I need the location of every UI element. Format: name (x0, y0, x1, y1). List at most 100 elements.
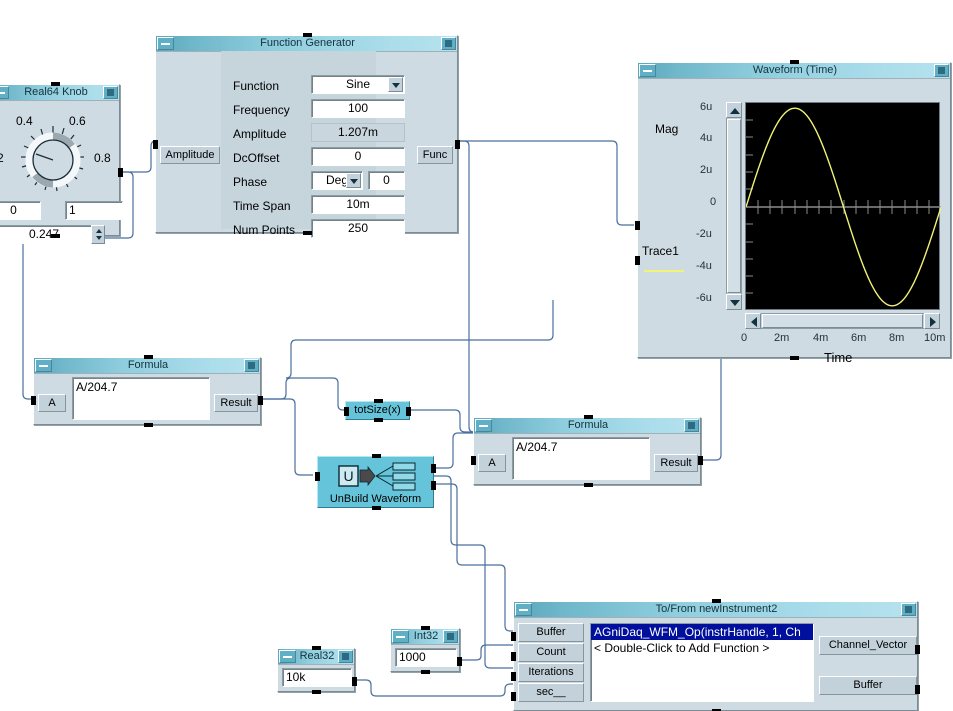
terminal-a[interactable]: A (38, 394, 66, 412)
real32-value-field[interactable]: 10k (282, 668, 352, 687)
resize-handle-top[interactable] (584, 415, 593, 419)
resize-handle-top[interactable] (51, 82, 60, 86)
numpoints-field[interactable]: 250 (311, 219, 405, 238)
resize-handle-bottom[interactable] (312, 690, 321, 694)
knob-value-spinner[interactable] (91, 225, 105, 244)
int32-output-pin[interactable] (457, 657, 462, 666)
terminal-result[interactable]: Result (214, 394, 258, 412)
knob-output-pin[interactable] (118, 168, 123, 177)
waveform-time-panel[interactable]: Waveform (Time) Mag Trace1 Time 6u 4u 2u… (635, 60, 951, 365)
resize-handle-bottom[interactable] (584, 483, 593, 487)
scroll-up-arrow[interactable] (726, 102, 742, 118)
maximize-icon[interactable] (934, 64, 949, 77)
totsize-output-pin[interactable] (406, 407, 411, 416)
resize-handle-top[interactable] (374, 399, 383, 403)
scroll-right-arrow[interactable] (924, 313, 940, 329)
terminal-func[interactable]: Func (417, 146, 453, 164)
maximize-icon[interactable] (103, 86, 118, 99)
terminal-result[interactable]: Result (654, 454, 698, 472)
waveform-input-pin-1[interactable] (635, 221, 640, 230)
phase-field[interactable]: 0 (368, 171, 405, 190)
real32-titlebar[interactable]: Real32 (278, 649, 354, 665)
int32-titlebar[interactable]: Int32 (391, 629, 459, 645)
list-item[interactable]: < Double-Click to Add Function > (591, 640, 813, 656)
minimize-icon[interactable] (157, 37, 174, 50)
knob-min-field[interactable]: 0 (0, 201, 41, 220)
real32-panel[interactable]: Real32 10k (277, 646, 357, 694)
frequency-field[interactable]: 100 (311, 99, 405, 118)
knob-max-field[interactable]: 1 (65, 201, 123, 220)
instrument-sec-pin[interactable] (511, 692, 516, 701)
formula-panel-1[interactable]: Formula A A/204.7 Result (31, 355, 263, 427)
resize-handle-bottom[interactable] (372, 506, 381, 510)
instrument-titlebar[interactable]: To/From newInstrument2 (514, 602, 917, 618)
minimize-icon[interactable] (475, 419, 492, 432)
minimize-icon[interactable] (0, 86, 9, 99)
instrument-panel[interactable]: To/From newInstrument2 Buffer Count Iter… (511, 599, 920, 711)
function-generator-titlebar[interactable]: Function Generator (156, 36, 457, 52)
terminal-buffer-out[interactable]: Buffer (819, 676, 917, 695)
dcoffset-field[interactable]: 0 (311, 147, 405, 166)
function-generator-panel[interactable]: Function Generator Amplitude Func Functi… (153, 33, 460, 238)
resize-handle-bottom[interactable] (144, 423, 153, 427)
resize-handle-top[interactable] (303, 33, 312, 37)
formula2-titlebar[interactable]: Formula (474, 418, 700, 434)
waveform-vscroll-thumb[interactable] (727, 119, 741, 293)
maximize-icon[interactable] (441, 37, 456, 50)
instrument-function-list[interactable]: AGniDaq_WFM_Op(instrHandle, 1, Ch < Doub… (590, 623, 814, 702)
minimize-icon[interactable] (639, 64, 656, 77)
instrument-iterations-pin[interactable] (511, 672, 516, 681)
resize-handle-top[interactable] (312, 646, 321, 650)
block-diagram-canvas[interactable]: Real64 Knob 2 0.4 0.6 0.8 0 1 0.247 Func… (0, 0, 953, 711)
totsize-input-pin[interactable] (344, 407, 349, 416)
waveform-titlebar[interactable]: Waveform (Time) (638, 63, 950, 79)
real32-output-pin[interactable] (352, 677, 357, 686)
minimize-icon[interactable] (279, 650, 296, 663)
terminal-count[interactable]: Count (518, 643, 584, 662)
terminal-sec[interactable]: sec__ (518, 683, 584, 702)
terminal-channel-vector[interactable]: Channel_Vector (819, 636, 917, 655)
waveform-hscroll-thumb[interactable] (762, 314, 923, 328)
resize-handle-top[interactable] (712, 599, 721, 603)
knob-dial[interactable] (17, 124, 89, 196)
timespan-field[interactable]: 10m (311, 195, 405, 214)
maximize-icon[interactable] (684, 419, 699, 432)
unbuild-output-pin-2[interactable] (431, 481, 436, 490)
maximize-icon[interactable] (244, 359, 259, 372)
maximize-icon[interactable] (443, 630, 458, 643)
amplitude-input-pin[interactable] (153, 140, 158, 149)
waveform-plot[interactable] (745, 102, 942, 310)
totsize-block[interactable]: totSize(x) (344, 399, 411, 422)
instrument-buffer-out-pin[interactable] (915, 685, 920, 694)
minimize-icon[interactable] (392, 630, 409, 643)
knob-titlebar[interactable]: Real64 Knob (0, 85, 119, 101)
unbuild-output-pin-1[interactable] (431, 464, 436, 473)
real64-knob-panel[interactable]: Real64 Knob 2 0.4 0.6 0.8 0 1 0.247 (0, 82, 123, 244)
formula1-expression[interactable]: A/204.7 (72, 377, 210, 420)
terminal-iterations[interactable]: Iterations (518, 663, 584, 682)
terminal-amplitude[interactable]: Amplitude (160, 146, 220, 164)
chevron-down-icon[interactable] (346, 173, 361, 188)
scroll-down-arrow[interactable] (726, 294, 742, 310)
int32-panel[interactable]: Int32 1000 (390, 626, 462, 674)
resize-handle-bottom[interactable] (303, 231, 312, 235)
chevron-down-icon[interactable] (388, 77, 403, 92)
instrument-buffer-in-pin[interactable] (511, 632, 516, 641)
func-output-pin[interactable] (455, 140, 460, 149)
unbuild-waveform-block[interactable]: U UnBuild Waveform (315, 454, 436, 510)
instrument-channel-vector-pin[interactable] (915, 645, 920, 654)
resize-handle-top[interactable] (144, 355, 153, 359)
formula-panel-2[interactable]: Formula A A/204.7 Result (471, 415, 703, 487)
list-item[interactable]: AGniDaq_WFM_Op(instrHandle, 1, Ch (591, 624, 813, 640)
resize-handle-bottom[interactable] (374, 418, 383, 422)
unbuild-input-pin[interactable] (315, 472, 320, 481)
resize-handle-top[interactable] (372, 454, 381, 458)
instrument-count-pin[interactable] (511, 652, 516, 661)
formula2-input-pin[interactable] (471, 456, 476, 465)
resize-handle-bottom[interactable] (421, 670, 430, 674)
formula1-titlebar[interactable]: Formula (34, 358, 260, 374)
phase-unit-select[interactable]: Deg (311, 171, 363, 190)
formula1-input-pin[interactable] (31, 396, 36, 405)
formula1-output-pin[interactable] (258, 396, 263, 405)
terminal-a[interactable]: A (478, 454, 506, 472)
